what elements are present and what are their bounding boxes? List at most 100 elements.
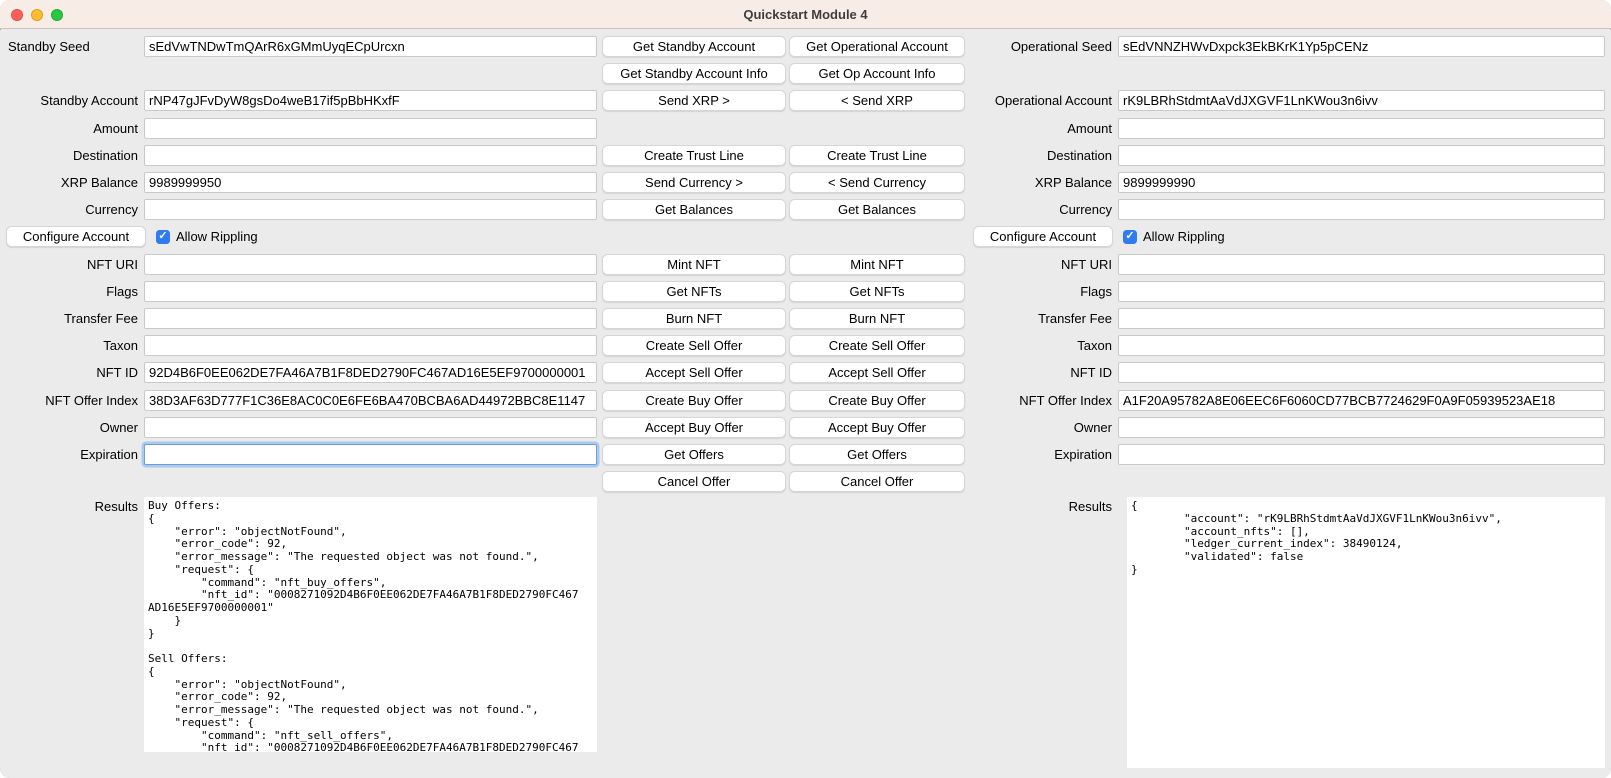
standby-nft-id-row: NFT ID [0,359,597,386]
standby-allow-rippling-checkbox[interactable]: ✓ [156,230,170,244]
operational-nft-offer-index-input[interactable] [1118,390,1605,411]
operational-seed-row: Operational Seed [968,33,1605,60]
operational-taxon-input[interactable] [1118,335,1605,356]
button-row: Mint NFT [602,251,786,278]
operational-owner-row: Owner [968,414,1605,441]
button-row: Cancel Offer [789,468,965,495]
standby-cancel-offer-button[interactable]: Cancel Offer [602,471,786,492]
operational-send-currency-button[interactable]: < Send Currency [789,172,965,193]
standby-amount-input[interactable] [144,118,597,139]
standby-nft-offer-index-input[interactable] [144,390,597,411]
get-op-account-info-button[interactable]: Get Op Account Info [789,63,965,84]
operational-account-input[interactable] [1118,90,1605,111]
operational-accept-sell-offer-button[interactable]: Accept Sell Offer [789,362,965,383]
operational-cancel-offer-button[interactable]: Cancel Offer [789,471,965,492]
spacer-row [602,115,786,142]
operational-amount-input[interactable] [1118,118,1605,139]
standby-taxon-input[interactable] [144,335,597,356]
standby-seed-label: Standby Seed [0,39,144,54]
standby-get-offers-button[interactable]: Get Offers [602,444,786,465]
standby-mint-nft-button[interactable]: Mint NFT [602,254,786,275]
standby-create-trust-line-button[interactable]: Create Trust Line [602,145,786,166]
standby-get-balances-button[interactable]: Get Balances [602,199,786,220]
spacer-row [602,223,786,250]
standby-configure-account-button[interactable]: Configure Account [6,226,146,247]
operational-transfer-fee-input[interactable] [1118,308,1605,329]
standby-create-sell-offer-button[interactable]: Create Sell Offer [602,335,786,356]
standby-get-nfts-button[interactable]: Get NFTs [602,281,786,302]
operational-results-text[interactable]: { "account": "rK9LBRhStdmtAaVdJXGVF1LnKW… [1127,497,1605,768]
title-bar[interactable]: Quickstart Module 4 [0,0,1611,29]
button-row: Get NFTs [789,278,965,305]
standby-accept-buy-offer-button[interactable]: Accept Buy Offer [602,417,786,438]
standby-xrp-balance-input[interactable] [144,172,597,193]
operational-burn-nft-button[interactable]: Burn NFT [789,308,965,329]
operational-flags-input[interactable] [1118,281,1605,302]
standby-send-currency-button[interactable]: Send Currency > [602,172,786,193]
spacer-row [968,60,1605,87]
standby-currency-input[interactable] [144,199,597,220]
get-operational-account-button[interactable]: Get Operational Account [789,36,965,57]
operational-taxon-row: Taxon [968,332,1605,359]
standby-account-row: Standby Account [0,87,597,114]
standby-taxon-label: Taxon [0,338,144,353]
operational-create-trust-line-button[interactable]: Create Trust Line [789,145,965,166]
operational-actions-column: Get Operational Account Get Op Account I… [789,33,965,495]
standby-flags-input[interactable] [144,281,597,302]
operational-nft-offer-index-row: NFT Offer Index [968,386,1605,413]
get-standby-account-info-button[interactable]: Get Standby Account Info [602,63,786,84]
operational-seed-input[interactable] [1118,36,1605,57]
spacer-row [0,60,597,87]
operational-amount-label: Amount [968,121,1118,136]
standby-results-label: Results [0,497,144,514]
operational-expiration-input[interactable] [1118,444,1605,465]
operational-amount-row: Amount [968,115,1605,142]
operational-owner-input[interactable] [1118,417,1605,438]
standby-create-buy-offer-button[interactable]: Create Buy Offer [602,390,786,411]
standby-transfer-fee-row: Transfer Fee [0,305,597,332]
operational-configure-account-button[interactable]: Configure Account [973,226,1113,247]
standby-transfer-fee-input[interactable] [144,308,597,329]
operational-accept-buy-offer-button[interactable]: Accept Buy Offer [789,417,965,438]
operational-create-sell-offer-button[interactable]: Create Sell Offer [789,335,965,356]
standby-destination-label: Destination [0,148,144,163]
operational-nft-uri-input[interactable] [1118,254,1605,275]
standby-destination-row: Destination [0,142,597,169]
operational-destination-label: Destination [968,148,1118,163]
standby-currency-row: Currency [0,196,597,223]
standby-accept-sell-offer-button[interactable]: Accept Sell Offer [602,362,786,383]
operational-destination-input[interactable] [1118,145,1605,166]
operational-mint-nft-button[interactable]: Mint NFT [789,254,965,275]
operational-allow-rippling-checkbox[interactable]: ✓ [1123,230,1137,244]
standby-expiration-input[interactable] [144,444,597,465]
operational-send-xrp-button[interactable]: < Send XRP [789,90,965,111]
operational-results-section: Results { "account": "rK9LBRhStdmtAaVdJX… [968,497,1605,768]
standby-nft-id-input[interactable] [144,362,597,383]
standby-account-input[interactable] [144,90,597,111]
operational-get-nfts-button[interactable]: Get NFTs [789,281,965,302]
standby-nft-uri-input[interactable] [144,254,597,275]
standby-destination-input[interactable] [144,145,597,166]
operational-currency-input[interactable] [1118,199,1605,220]
operational-nft-id-input[interactable] [1118,362,1605,383]
check-icon: ✓ [1125,231,1134,242]
standby-burn-nft-button[interactable]: Burn NFT [602,308,786,329]
spacer-row [789,115,965,142]
standby-send-xrp-button[interactable]: Send XRP > [602,90,786,111]
check-icon: ✓ [158,231,167,242]
operational-transfer-fee-label: Transfer Fee [968,311,1118,326]
standby-results-text[interactable]: Buy Offers: { "error": "objectNotFound",… [144,497,597,752]
operational-flags-row: Flags [968,278,1605,305]
button-row: Mint NFT [789,251,965,278]
standby-owner-input[interactable] [144,417,597,438]
operational-get-offers-button[interactable]: Get Offers [789,444,965,465]
get-standby-account-button[interactable]: Get Standby Account [602,36,786,57]
standby-nft-uri-row: NFT URI [0,251,597,278]
operational-transfer-fee-row: Transfer Fee [968,305,1605,332]
operational-get-balances-button[interactable]: Get Balances [789,199,965,220]
operational-xrp-balance-input[interactable] [1118,172,1605,193]
standby-seed-input[interactable] [144,36,597,57]
operational-create-buy-offer-button[interactable]: Create Buy Offer [789,390,965,411]
operational-flags-label: Flags [968,284,1118,299]
main-content: Standby Seed Standby Account Amount Dest… [0,30,1611,778]
